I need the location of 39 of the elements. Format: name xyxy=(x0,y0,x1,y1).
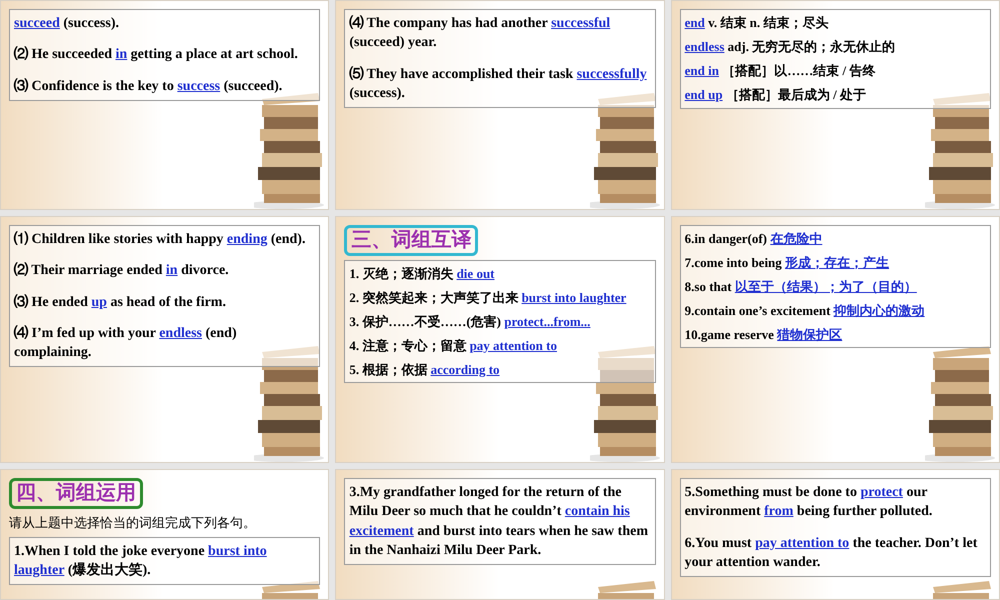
exercise-sentence: 1.When I told the joke everyone burst into laughter (爆发出大笑). xyxy=(14,542,268,580)
exercise-sentence: ⑴ Children like stories with happy ending (end). xyxy=(14,230,306,249)
exercise-sentence: end up ［搭配］最后成为 / 处于 xyxy=(684,86,867,104)
exercise-sentence: succeed (success). xyxy=(14,15,120,33)
exercise-sentence: 2. 突然笑起来；大声笑了出来 burst into laughter xyxy=(349,288,628,307)
exercise-sentence: end in ［搭配］以……结束 / 告终 xyxy=(684,62,876,80)
slide-thumbnail[interactable]: end v. 结束 n. 结束；尽头 endless adj. 无穷无尽的；永无休止的 end in ［搭配］以……结束 / 告终 end up ［搭配］最后成为 / 处于 xyxy=(670,0,1000,210)
exercise-sentence: 3.My grandfather longed for the return of the Milu Deer so much that he couldn’t contain his excitement and burst into tears when he saw them in the Nanhaizi Milu Deer Park. xyxy=(349,484,649,560)
exercise-sentence: 9.contain one’s excitement 抑制内心的激动 xyxy=(684,302,926,320)
slide-thumbnail[interactable]: succeed (success). ⑵ He succeeded in getting a place at art school. ⑶ Confidence is the key to success (succeed). xyxy=(0,0,330,210)
exercise-sentence: ⑶ Confidence is the key to success (succeed). xyxy=(14,77,284,96)
exercise-sentence: ⑸ They have accomplished their task successfully (success). xyxy=(349,65,648,103)
slide-thumbnail[interactable]: ⑷ The company has had another successful (succeed) year. ⑸ They have accomplished their task successfully (success). xyxy=(335,0,665,210)
exercise-sentence: 4. 注意；专心；留意 pay attention to xyxy=(349,336,558,354)
section-heading: 四、词组运用 xyxy=(9,478,143,509)
exercise-sentence: 8.so that 以至于（结果）；为了（目的） xyxy=(684,278,918,296)
exercise-sentence: endless adj. 无穷无尽的；永无休止的 xyxy=(684,38,896,56)
exercise-sentence: 3. 保护……不受……(危害) protect...from... xyxy=(349,312,592,331)
slide-thumbnail[interactable]: 四、词组运用 请从上题中选择恰当的词组完成下列各句。 1.When I told the joke everyone burst into laughter (爆发出大笑). xyxy=(0,469,330,600)
slide-thumbnail[interactable]: ⑴ Children like stories with happy ending (end). ⑵ Their marriage ended in divorce. ⑶ He ended up as head of the firm. ⑷ I’m fed up with your endless (end) complaining. xyxy=(0,216,330,463)
exercise-sentence: 10.game reserve 猎物保护区 xyxy=(684,326,844,344)
slide-thumbnail[interactable]: 三、词组互译 1. 灭绝；逐渐消失 die out 2. 突然笑起来；大声笑了出来 burst into laughter 3. 保护……不受……(危害) protect...from... 4. 注意；专心；留意 pay attention to 5. 根据；依据 according to xyxy=(335,216,665,463)
exercise-sentence: 5. 根据；依据 according to xyxy=(349,360,501,378)
exercise-sentence: end v. 结束 n. 结束；尽头 xyxy=(684,14,830,32)
slide-thumbnail[interactable]: 6.in danger(of) 在危险中 7.come into being 形成；存在；产生 8.so that 以至于（结果）；为了（目的） 9.contain one’s excitement 抑制内心的激动 10.game reserve 猎物保护区 xyxy=(670,216,1000,463)
exercise-sentence: 7.come into being 形成；存在；产生 xyxy=(684,254,890,272)
exercise-sentence: ⑷ I’m fed up with your endless (end) complaining. xyxy=(14,324,238,362)
exercise-sentence: 1. 灭绝；逐渐消失 die out xyxy=(349,265,496,283)
exercise-sentence: ⑵ He succeeded in getting a place at art school. xyxy=(14,45,299,64)
exercise-sentence: 5.Something must be done to protect our environment from being further polluted. xyxy=(684,484,934,522)
slide-thumbnail[interactable]: 3.My grandfather longed for the return of the Milu Deer so much that he couldn’t contain his excitement and burst into tears when he saw them in the Nanhaizi Milu Deer Park. xyxy=(335,469,665,600)
instruction-text: 请从上题中选择恰当的词组完成下列各句。 xyxy=(9,514,257,532)
section-heading: 三、词组互译 xyxy=(344,225,478,256)
exercise-sentence: 6.You must pay attention to the teacher. Don’t let your attention wander. xyxy=(684,534,978,572)
exercise-sentence: ⑶ He ended up as head of the firm. xyxy=(14,293,227,312)
exercise-sentence: ⑷ The company has had another successful (succeed) year. xyxy=(349,14,612,52)
slide-thumbnail[interactable]: 5.Something must be done to protect our environment from being further polluted. 6.You must pay attention to the teacher. Don’t let your attention wander. xyxy=(670,469,1000,600)
exercise-sentence: 6.in danger(of) 在危险中 xyxy=(684,230,824,248)
exercise-sentence: ⑵ Their marriage ended in divorce. xyxy=(14,261,230,280)
